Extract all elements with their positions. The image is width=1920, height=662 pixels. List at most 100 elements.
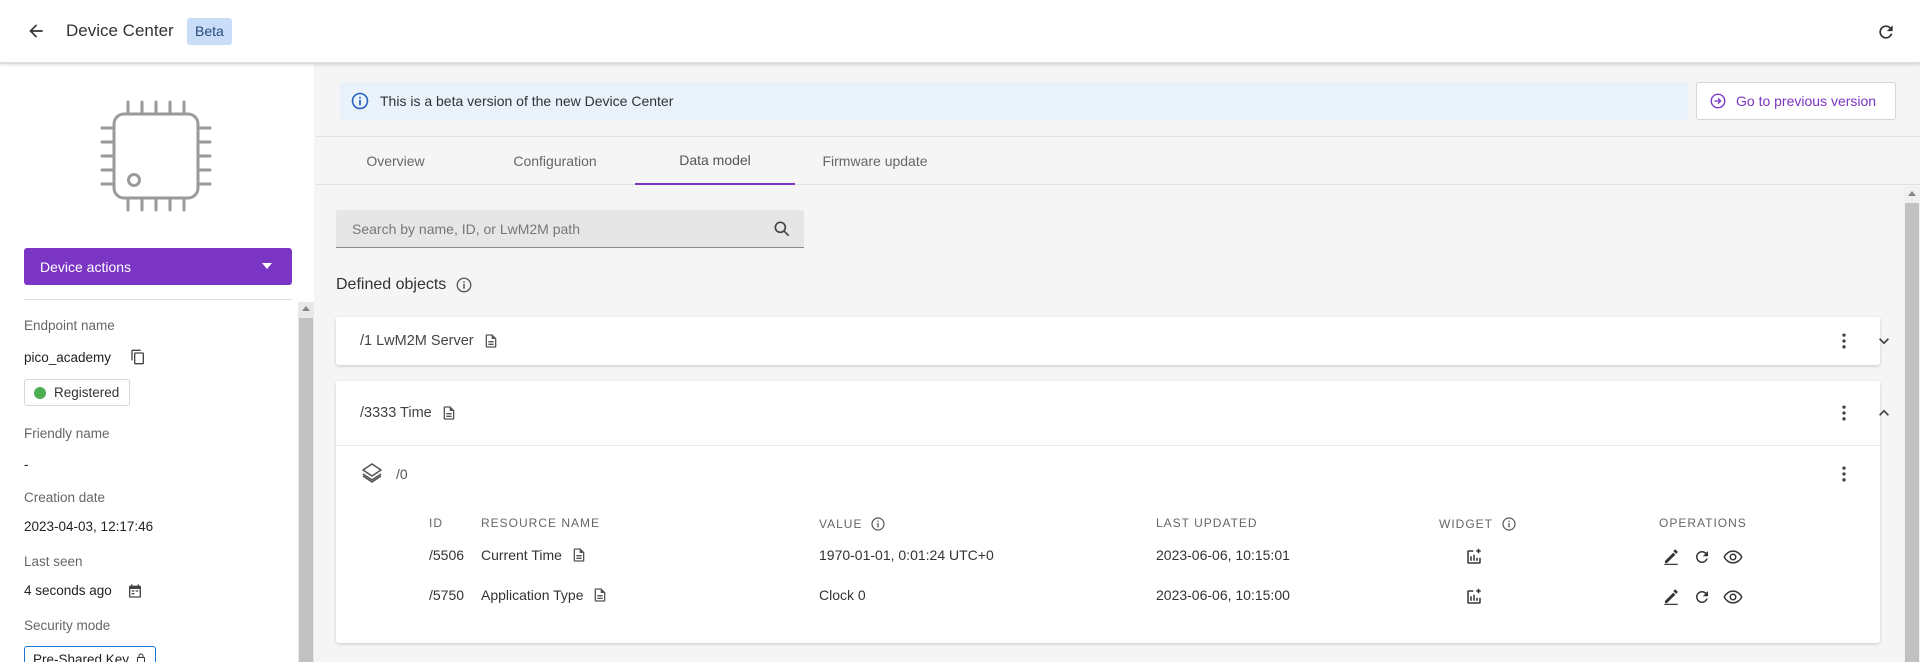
document-icon[interactable] — [571, 547, 587, 563]
object-title: /1 LwM2M Server — [360, 333, 474, 349]
resource-id: /5750 — [429, 587, 465, 603]
defined-objects-title: Defined objects — [336, 276, 447, 293]
more-options-icon[interactable] — [1832, 462, 1856, 486]
resource-name-cell: Current Time — [481, 547, 587, 563]
sidebar-divider — [24, 299, 292, 300]
last-seen-label: Last seen — [24, 554, 83, 569]
write-edit-icon[interactable] — [1660, 586, 1682, 608]
document-icon[interactable] — [441, 405, 457, 421]
copy-icon[interactable] — [130, 349, 146, 370]
resource-value: Clock 0 — [819, 587, 866, 603]
lock-icon — [137, 653, 146, 662]
status-badge: Registered — [24, 379, 131, 406]
object-header[interactable]: /3333 Time — [336, 381, 1880, 445]
defined-objects-heading: Defined objects — [336, 276, 473, 294]
object-title: /3333 Time — [360, 405, 432, 421]
info-icon[interactable] — [870, 516, 886, 532]
column-header-widget-label: WIDGET — [1439, 517, 1493, 531]
column-header-widget: WIDGET — [1439, 516, 1517, 532]
scroll-up-arrow-icon[interactable] — [302, 306, 310, 311]
beta-info-banner: This is a beta version of the new Device… — [340, 82, 1688, 120]
read-refresh-icon[interactable] — [1691, 546, 1713, 568]
resource-name: Application Type — [481, 587, 584, 603]
object-card-lwm2m-server[interactable]: /1 LwM2M Server — [336, 317, 1889, 365]
resource-value: 1970-01-01, 0:01:24 UTC+0 — [819, 547, 994, 563]
beta-badge: Beta — [187, 18, 232, 45]
object-header[interactable]: /1 LwM2M Server — [336, 317, 1880, 365]
data-model-content: Defined objects /1 LwM2M Server / — [316, 186, 1920, 662]
back-arrow-icon[interactable] — [22, 17, 50, 45]
chevron-down-icon[interactable] — [1872, 329, 1896, 353]
dropdown-caret-icon — [262, 263, 272, 269]
go-to-previous-version-button[interactable]: Go to previous version — [1696, 82, 1896, 120]
search-field[interactable] — [336, 210, 804, 248]
resource-last-updated: 2023-06-06, 10:15:01 — [1156, 547, 1290, 563]
scrollbar-thumb[interactable] — [1905, 203, 1919, 662]
creation-date-value: 2023-04-03, 12:17:46 — [24, 519, 154, 534]
device-actions-button[interactable]: Device actions — [24, 248, 292, 285]
observe-eye-icon[interactable] — [1722, 546, 1744, 568]
endpoint-name-value: pico_academy — [24, 350, 112, 365]
add-widget-icon[interactable] — [1463, 546, 1485, 568]
read-refresh-icon[interactable] — [1691, 586, 1713, 608]
status-label: Registered — [54, 385, 120, 400]
sidebar-scrollbar[interactable] — [298, 302, 314, 662]
observe-eye-icon[interactable] — [1722, 586, 1744, 608]
column-header-operations: OPERATIONS — [1659, 516, 1747, 530]
more-options-icon[interactable] — [1832, 329, 1856, 353]
previous-version-label: Go to previous version — [1736, 93, 1877, 109]
security-mode-label: Security mode — [24, 618, 111, 633]
arrow-circle-icon — [1709, 92, 1727, 110]
more-options-icon[interactable] — [1832, 401, 1856, 425]
column-header-value: VALUE — [819, 516, 886, 532]
last-seen-value: 4 seconds ago — [24, 583, 112, 598]
column-header-value-label: VALUE — [819, 517, 863, 531]
info-icon — [350, 91, 370, 111]
instance-id: /0 — [396, 466, 408, 482]
document-icon[interactable] — [483, 333, 499, 349]
device-chip-icon — [98, 98, 214, 214]
search-icon[interactable] — [772, 219, 792, 244]
tab-overview-label: Overview — [366, 153, 425, 169]
instance-row[interactable]: /0 — [336, 445, 1880, 501]
endpoint-name-label: Endpoint name — [24, 318, 115, 333]
scrollbar-thumb[interactable] — [299, 318, 313, 662]
resource-name-cell: Application Type — [481, 587, 608, 603]
device-sidebar: Device actions Endpoint name pico_academ… — [0, 64, 314, 662]
creation-date-label: Creation date — [24, 490, 106, 505]
document-icon[interactable] — [592, 587, 608, 603]
friendly-name-value: - — [24, 457, 29, 472]
friendly-name-label: Friendly name — [24, 426, 110, 441]
resource-id: /5506 — [429, 547, 465, 563]
chevron-up-icon[interactable] — [1872, 401, 1896, 425]
search-input[interactable] — [352, 210, 752, 247]
status-dot — [34, 386, 46, 399]
write-edit-icon[interactable] — [1660, 546, 1682, 568]
tab-data-model-label: Data model — [679, 152, 751, 168]
calendar-icon[interactable] — [127, 583, 143, 604]
app-title: Device Center — [66, 21, 174, 40]
scroll-up-arrow-icon[interactable] — [1908, 191, 1916, 196]
tabs-bar: Overview Configuration Data model Firmwa… — [316, 136, 1920, 185]
resource-last-updated: 2023-06-06, 10:15:00 — [1156, 587, 1290, 603]
column-header-id: ID — [429, 516, 443, 530]
refresh-icon[interactable] — [1872, 18, 1900, 46]
security-mode-badge: Pre-Shared Key — [24, 646, 157, 662]
tab-data-model[interactable]: Data model — [635, 137, 795, 185]
tab-configuration[interactable]: Configuration — [475, 137, 635, 185]
resource-name: Current Time — [481, 547, 562, 563]
security-mode-value: Pre-Shared Key — [33, 651, 130, 662]
banner-text: This is a beta version of the new Device… — [380, 93, 674, 109]
info-icon[interactable] — [455, 276, 473, 294]
layers-icon — [360, 461, 384, 490]
tab-overview[interactable]: Overview — [316, 137, 475, 185]
tab-configuration-label: Configuration — [513, 153, 597, 169]
object-card-time: /3333 Time /0 ID RESOURCE NAME VALUE LAS… — [336, 381, 1889, 643]
tab-firmware-update[interactable]: Firmware update — [795, 137, 955, 185]
main-scrollbar[interactable] — [1904, 186, 1920, 662]
add-widget-icon[interactable] — [1463, 586, 1485, 608]
column-header-resource-name: RESOURCE NAME — [481, 516, 601, 530]
info-icon[interactable] — [1501, 516, 1517, 532]
column-header-last-updated: LAST UPDATED — [1156, 516, 1258, 530]
main-panel: This is a beta version of the new Device… — [316, 64, 1920, 662]
